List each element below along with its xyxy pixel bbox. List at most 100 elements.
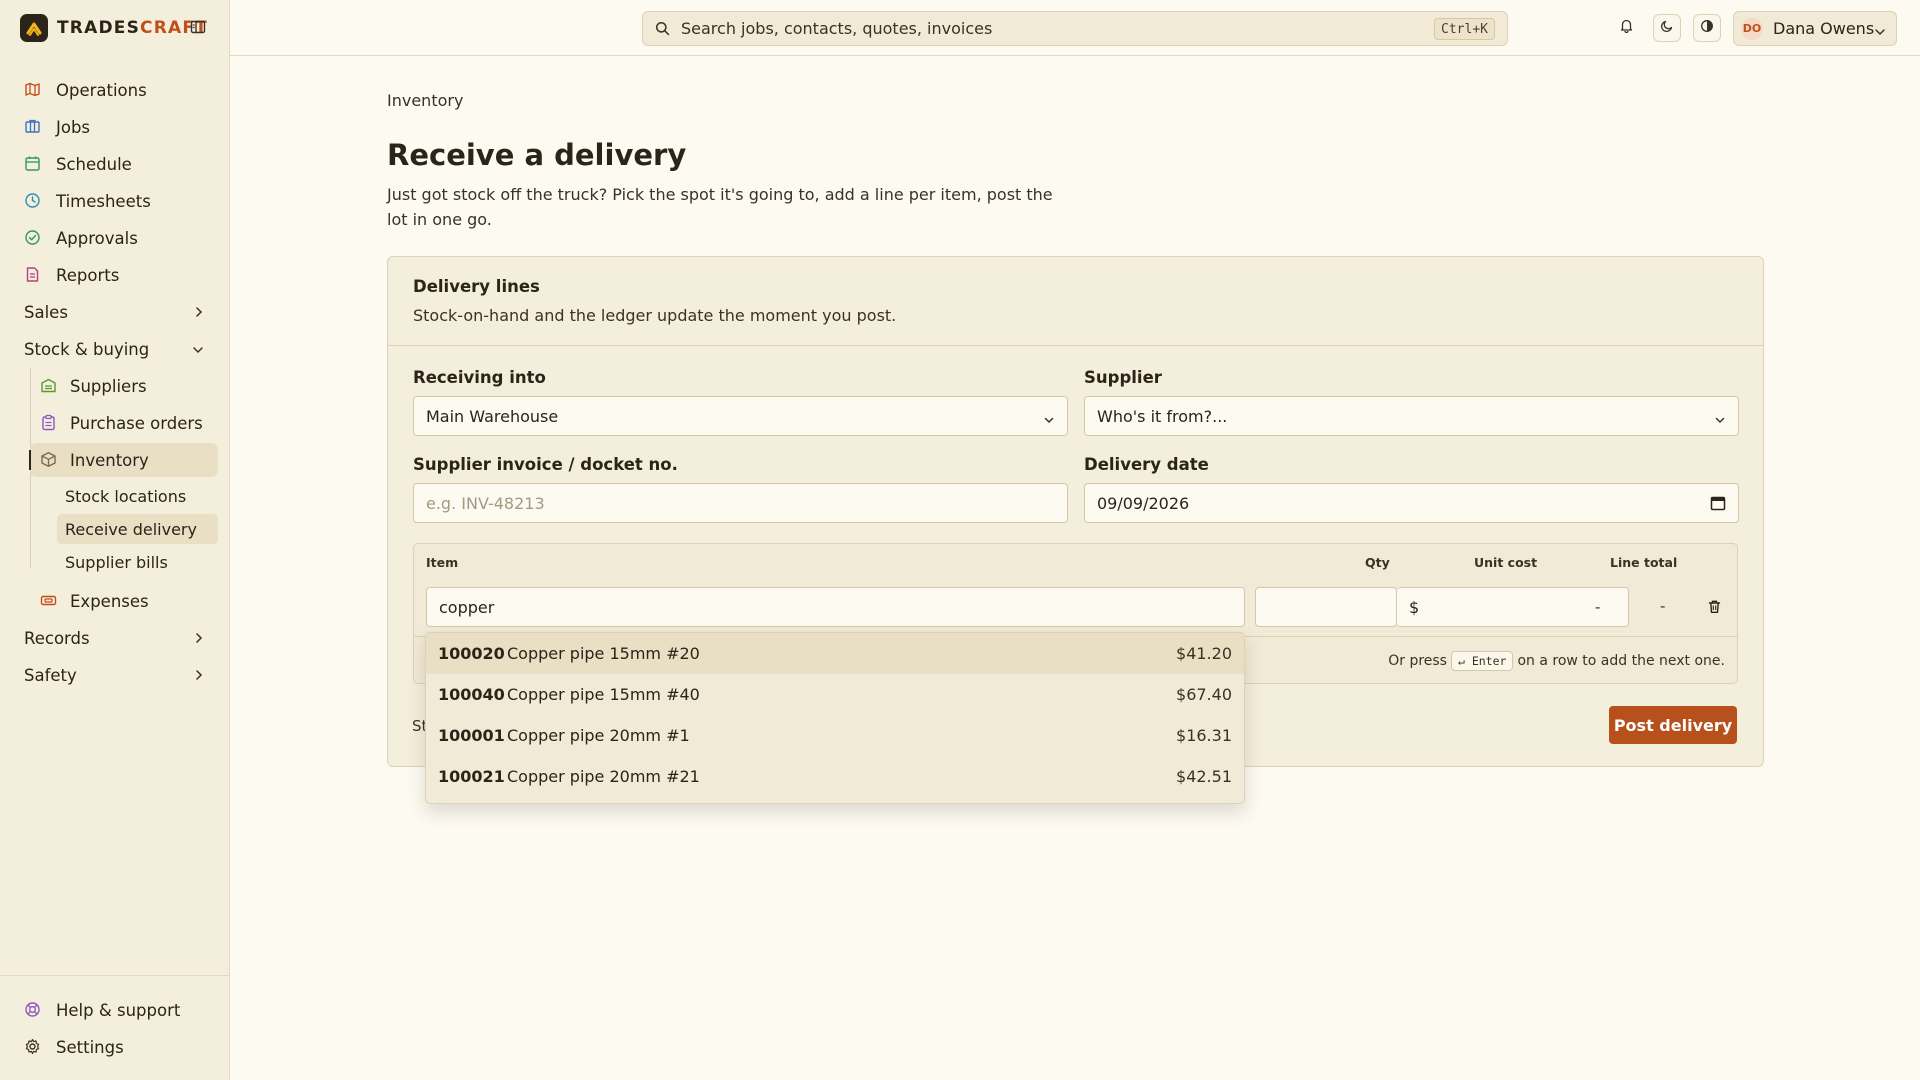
sidebar-item-label: Supplier bills: [65, 552, 168, 572]
chevron-right-icon: [194, 629, 204, 648]
breadcrumb[interactable]: Inventory: [387, 91, 463, 110]
sidebar-group-sales[interactable]: Sales: [14, 295, 218, 329]
sidebar: TRADESCRAFT Operations Jobs Schedule Tim…: [0, 0, 230, 1080]
calendar-icon[interactable]: [1710, 495, 1726, 511]
item-price: $16.31: [1176, 726, 1232, 745]
enter-key-badge: ↵ Enter: [1450, 651, 1514, 671]
brand[interactable]: TRADESCRAFT: [20, 14, 208, 42]
topbar: Ctrl+K DO Dana Owens: [230, 0, 1920, 56]
invoice-input[interactable]: [413, 483, 1068, 523]
page-subtitle: Just got stock off the truck? Pick the s…: [387, 185, 1053, 229]
item-name: Copper pipe 15mm #20: [507, 644, 700, 663]
sidebar-item-label: Schedule: [56, 154, 132, 174]
clipboard-icon: [40, 414, 58, 432]
post-delivery-button[interactable]: Post delivery: [1609, 706, 1737, 744]
list-item[interactable]: 100001 Copper pipe 20mm #1 $16.31: [426, 715, 1244, 756]
receiving-into-label: Receiving into: [413, 368, 546, 387]
sidebar-item-help[interactable]: Help & support: [14, 993, 218, 1027]
page-title: Receive a delivery: [387, 138, 687, 172]
delivery-date-input[interactable]: 09/09/2026: [1084, 483, 1739, 523]
sidebar-item-label: Help & support: [56, 1000, 181, 1020]
item-price: $67.40: [1176, 685, 1232, 704]
item-price: $41.20: [1176, 644, 1232, 663]
sidebar-item-approvals[interactable]: Approvals: [14, 221, 218, 255]
sidebar-item-receive-delivery[interactable]: Receive delivery: [57, 514, 218, 544]
line-total-value: -: [1660, 597, 1666, 615]
item-autocomplete-dropdown: 100020 Copper pipe 15mm #20 $41.20 10004…: [425, 632, 1245, 804]
sidebar-item-operations[interactable]: Operations: [14, 73, 218, 107]
contrast-button[interactable]: [1693, 14, 1721, 42]
notifications-button[interactable]: [1612, 14, 1640, 42]
sidebar-group-label: Sales: [24, 302, 68, 322]
column-header-unit-cost: Unit cost: [1474, 555, 1538, 570]
chevron-down-icon: [192, 340, 204, 359]
sidebar-item-supplier-bills[interactable]: Supplier bills: [57, 547, 218, 577]
qty-input[interactable]: [1255, 587, 1397, 627]
receiving-into-select[interactable]: Main Warehouse: [413, 396, 1068, 436]
trash-icon[interactable]: [1707, 599, 1722, 619]
delivery-date-value: 09/09/2026: [1097, 493, 1190, 513]
building-icon: [24, 118, 42, 136]
card-title: Delivery lines: [413, 277, 540, 296]
bell-icon: [1619, 18, 1634, 38]
sidebar-item-stock-locations[interactable]: Stock locations: [57, 481, 218, 511]
sidebar-item-label: Purchase orders: [70, 413, 203, 433]
item-search-input[interactable]: copper: [426, 587, 1245, 627]
sidebar-item-timesheets[interactable]: Timesheets: [14, 184, 218, 218]
gear-icon: [24, 1038, 42, 1056]
supplier-select[interactable]: Who's it from?...: [1084, 396, 1739, 436]
item-name: Copper pipe 15mm #40: [507, 685, 700, 704]
chevron-right-icon: [194, 666, 204, 685]
unit-cost-input[interactable]: $ -: [1397, 587, 1629, 627]
add-line-hint: Or press ↵ Enter on a row to add the nex…: [1388, 651, 1725, 671]
chevron-down-icon: [1714, 411, 1726, 424]
sidebar-item-purchase-orders[interactable]: Purchase orders: [30, 406, 218, 440]
sidebar-item-label: Expenses: [70, 591, 149, 611]
warehouse-icon: [40, 377, 58, 395]
search-input[interactable]: [681, 19, 1441, 38]
sidebar-item-schedule[interactable]: Schedule: [14, 147, 218, 181]
sidebar-group-label: Records: [24, 628, 90, 648]
sidebar-item-inventory[interactable]: Inventory: [29, 443, 218, 477]
search-icon: [655, 21, 671, 37]
receiving-into-value: Main Warehouse: [426, 406, 559, 426]
check-circle-icon: [24, 229, 42, 247]
sidebar-group-label: Stock & buying: [24, 339, 150, 359]
logo-icon: [20, 14, 48, 42]
sidebar-item-expenses[interactable]: Expenses: [30, 584, 218, 618]
sidebar-group-stock-buying[interactable]: Stock & buying: [14, 332, 218, 366]
column-header-item: Item: [426, 555, 459, 570]
theme-toggle-button[interactable]: [1653, 14, 1681, 42]
list-item[interactable]: 100021 Copper pipe 20mm #21 $42.51: [426, 756, 1244, 797]
item-price: $42.51: [1176, 767, 1232, 786]
receipt-icon: [40, 592, 58, 610]
sidebar-collapse-icon[interactable]: [190, 19, 208, 37]
global-search[interactable]: Ctrl+K: [642, 11, 1508, 46]
supplier-value: Who's it from?...: [1097, 406, 1228, 426]
search-shortcut-badge: Ctrl+K: [1434, 18, 1495, 40]
sidebar-item-label: Reports: [56, 265, 120, 285]
sidebar-item-reports[interactable]: Reports: [14, 258, 218, 292]
user-menu-button[interactable]: DO Dana Owens: [1733, 11, 1897, 46]
sidebar-group-safety[interactable]: Safety: [14, 658, 218, 692]
sidebar-item-settings[interactable]: Settings: [14, 1030, 218, 1064]
chevron-down-icon: [1043, 411, 1055, 424]
sidebar-group-records[interactable]: Records: [14, 621, 218, 655]
user-name: Dana Owens: [1773, 19, 1875, 38]
sidebar-item-label: Timesheets: [56, 191, 151, 211]
lifebuoy-icon: [24, 1001, 42, 1019]
chevron-right-icon: [194, 303, 204, 322]
moon-icon: [1660, 18, 1674, 38]
sidebar-item-label: Operations: [56, 80, 147, 100]
item-code: 100001: [438, 726, 505, 745]
chevron-down-icon: [1874, 23, 1886, 36]
currency-symbol: $: [1409, 597, 1420, 617]
sidebar-item-jobs[interactable]: Jobs: [14, 110, 218, 144]
sidebar-item-suppliers[interactable]: Suppliers: [30, 369, 218, 403]
invoice-label: Supplier invoice / docket no.: [413, 455, 678, 474]
list-item[interactable]: 100020 Copper pipe 15mm #20 $41.20: [426, 633, 1244, 674]
item-code: 100040: [438, 685, 505, 704]
sidebar-item-label: Suppliers: [70, 376, 147, 396]
item-name: Copper pipe 20mm #1: [507, 726, 690, 745]
list-item[interactable]: 100040 Copper pipe 15mm #40 $67.40: [426, 674, 1244, 715]
